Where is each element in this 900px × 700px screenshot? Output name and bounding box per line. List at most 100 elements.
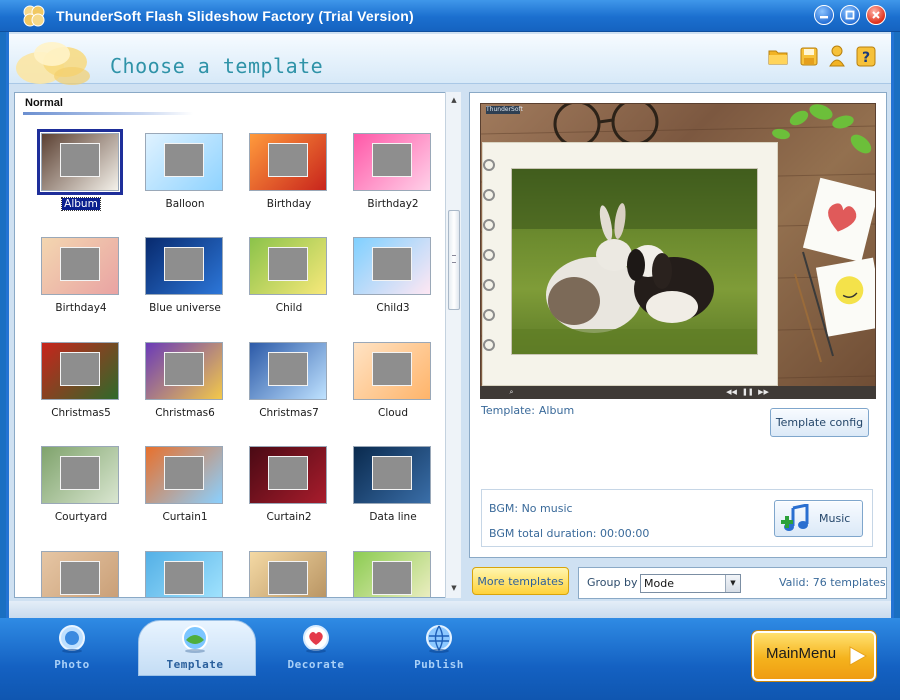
template-thumbnail[interactable] bbox=[249, 446, 327, 504]
template-tile[interactable]: Christmas7 bbox=[237, 342, 341, 440]
template-tile[interactable]: Child3 bbox=[341, 237, 445, 335]
template-thumbnail[interactable] bbox=[41, 446, 119, 504]
nav-template-label: Template bbox=[166, 658, 224, 671]
music-button[interactable]: Music bbox=[774, 500, 863, 537]
question-icon[interactable]: ? bbox=[855, 44, 877, 68]
bgm-duration: BGM total duration: 00:00:00 bbox=[489, 527, 650, 540]
template-name-text: Cloud bbox=[378, 407, 408, 419]
template-tile[interactable]: Album bbox=[29, 129, 133, 231]
zoom-icon[interactable]: ⌕ bbox=[506, 387, 517, 397]
template-thumbnail[interactable] bbox=[249, 133, 327, 191]
photo-placeholder bbox=[60, 143, 100, 177]
window-title: ThunderSoft Flash Slideshow Factory (Tri… bbox=[56, 8, 414, 24]
template-name-text: Child bbox=[275, 302, 303, 314]
save-icon[interactable] bbox=[798, 44, 820, 68]
minimize-icon bbox=[820, 16, 828, 19]
template-tile[interactable] bbox=[133, 551, 237, 597]
photo-placeholder bbox=[372, 143, 412, 177]
template-name-text: Birthday4 bbox=[55, 302, 107, 314]
template-thumbnail[interactable] bbox=[353, 551, 431, 597]
rewind-icon[interactable]: ◀◀ bbox=[726, 387, 737, 397]
scroll-thumb[interactable] bbox=[448, 210, 460, 310]
template-thumbnail[interactable] bbox=[145, 342, 223, 400]
template-caption: Template: Album bbox=[481, 404, 574, 417]
nav-publish[interactable]: Publish bbox=[399, 624, 479, 674]
scroll-down-arrow-icon[interactable]: ▼ bbox=[448, 582, 460, 594]
template-thumbnail[interactable] bbox=[145, 133, 223, 191]
template-name: Birthday4 bbox=[29, 302, 133, 314]
template-name: Courtyard bbox=[29, 511, 133, 523]
template-tile[interactable]: Balloon bbox=[133, 133, 237, 231]
template-list-panel: Normal Album Balloon Birthday Birthday2 Birt… bbox=[14, 92, 461, 598]
template-tile[interactable]: Courtyard bbox=[29, 446, 133, 544]
template-config-button[interactable]: Template config bbox=[770, 408, 869, 437]
open-folder-icon[interactable] bbox=[767, 44, 789, 68]
template-thumbnail[interactable] bbox=[41, 551, 119, 597]
page-title: Choose a template bbox=[110, 54, 324, 78]
template-thumbnail[interactable] bbox=[353, 342, 431, 400]
template-thumbnail[interactable] bbox=[353, 446, 431, 504]
maximize-button[interactable] bbox=[840, 5, 860, 25]
template-thumbnail[interactable] bbox=[145, 446, 223, 504]
template-tile[interactable]: Christmas6 bbox=[133, 342, 237, 440]
nav-decorate[interactable]: Decorate bbox=[276, 624, 356, 674]
template-list-scrollbar[interactable]: ▲ ▼ bbox=[445, 92, 461, 598]
app-clover-icon bbox=[23, 5, 45, 27]
scroll-up-arrow-icon[interactable]: ▲ bbox=[448, 94, 460, 106]
template-tile[interactable]: Christmas5 bbox=[29, 342, 133, 440]
template-thumbnail[interactable] bbox=[145, 237, 223, 295]
photo-placeholder bbox=[164, 247, 204, 281]
template-tile[interactable]: Curtain2 bbox=[237, 446, 341, 544]
publish-globe-icon bbox=[426, 625, 452, 653]
more-templates-button[interactable]: More templates bbox=[472, 567, 569, 595]
template-thumbnail[interactable] bbox=[41, 237, 119, 295]
template-tile[interactable]: Birthday4 bbox=[29, 237, 133, 335]
template-thumbnail[interactable] bbox=[145, 551, 223, 597]
close-button[interactable] bbox=[866, 5, 886, 25]
template-caption-value: Album bbox=[538, 404, 575, 417]
template-tile[interactable]: Child bbox=[237, 237, 341, 335]
template-name-text: Christmas7 bbox=[259, 407, 319, 419]
user-help-icon[interactable] bbox=[826, 44, 848, 68]
valid-template-count: Valid: 76 templates bbox=[779, 576, 886, 589]
template-thumbnail[interactable] bbox=[41, 342, 119, 400]
template-tile[interactable]: Blue universe bbox=[133, 237, 237, 335]
template-thumbnail[interactable] bbox=[353, 237, 431, 295]
template-name-text: Curtain2 bbox=[266, 511, 312, 523]
template-thumbnail[interactable] bbox=[353, 133, 431, 191]
template-thumbnail[interactable] bbox=[249, 551, 327, 597]
fast-forward-icon[interactable]: ▶▶ bbox=[758, 387, 769, 397]
main-menu-button[interactable]: MainMenu bbox=[752, 631, 876, 681]
minimize-button[interactable] bbox=[814, 5, 834, 25]
template-tile[interactable]: Data line bbox=[341, 446, 445, 544]
group-by-select[interactable]: Mode ▼ bbox=[640, 574, 741, 593]
template-thumbnail[interactable] bbox=[249, 237, 327, 295]
chevron-down-icon[interactable]: ▼ bbox=[725, 575, 740, 592]
template-thumbnail[interactable] bbox=[37, 129, 123, 195]
nav-photo[interactable]: Photo bbox=[32, 624, 112, 674]
rabbit-and-puppy-photo bbox=[512, 169, 757, 354]
template-tile[interactable] bbox=[341, 551, 445, 597]
template-globe-icon bbox=[182, 625, 208, 653]
template-tile[interactable] bbox=[237, 551, 341, 597]
template-name-text: Data line bbox=[369, 511, 417, 523]
template-name-text: Birthday2 bbox=[367, 198, 419, 210]
music-button-label: Music bbox=[819, 512, 851, 525]
template-tile[interactable]: Curtain1 bbox=[133, 446, 237, 544]
pause-icon[interactable]: ❚❚ bbox=[742, 387, 754, 397]
template-tile[interactable]: Birthday2 bbox=[341, 133, 445, 231]
template-name: Curtain1 bbox=[133, 511, 237, 523]
template-name: Child3 bbox=[341, 302, 445, 314]
photo-globe-icon bbox=[59, 625, 85, 653]
template-tile[interactable]: Cloud bbox=[341, 342, 445, 440]
template-tile[interactable] bbox=[29, 551, 133, 597]
preview-brand: ThunderSoft bbox=[486, 106, 523, 114]
template-name-text: Blue universe bbox=[149, 302, 221, 314]
preview-controls-bar: ⌕ ◀◀ ❚❚ ▶▶ bbox=[480, 386, 876, 399]
photo-placeholder bbox=[268, 352, 308, 386]
title-bar: ThunderSoft Flash Slideshow Factory (Tri… bbox=[0, 0, 900, 32]
template-tile[interactable]: Birthday bbox=[237, 133, 341, 231]
photo-placeholder bbox=[372, 247, 412, 281]
nav-template[interactable]: Template bbox=[155, 624, 235, 674]
template-thumbnail[interactable] bbox=[249, 342, 327, 400]
